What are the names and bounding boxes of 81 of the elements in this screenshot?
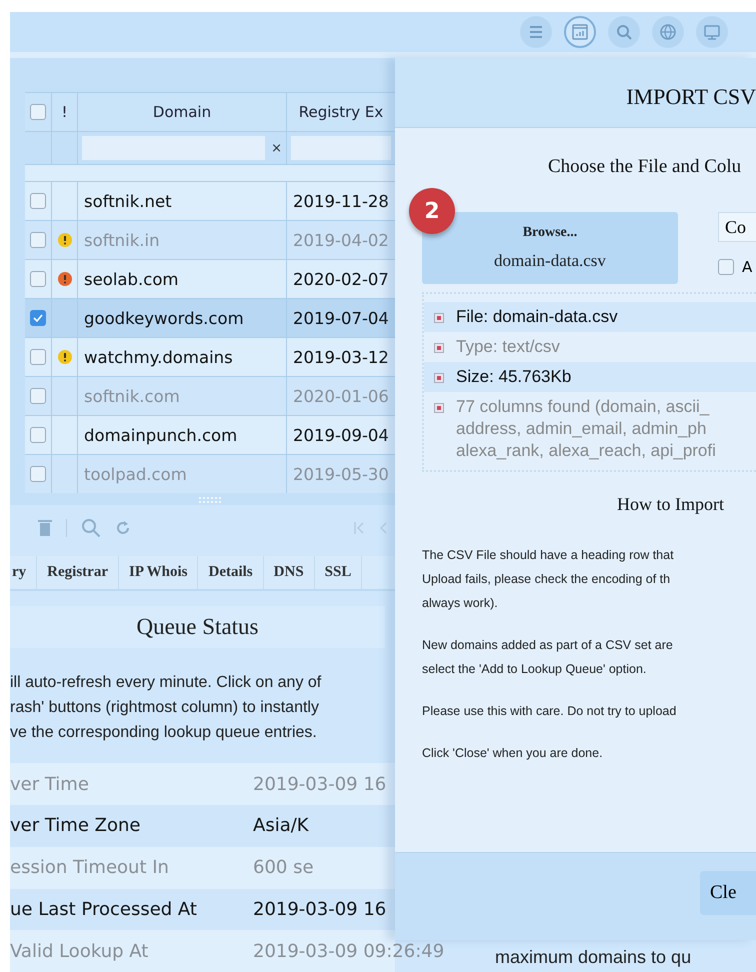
file-info-text: 77 columns found (domain, ascii_ address, admin_email, admin_ph alexa_rank, alexa_reach, api_profi	[456, 396, 716, 462]
checkbox[interactable]	[30, 466, 46, 482]
table-row[interactable]: domainpunch.com 2019-09-04	[25, 415, 395, 454]
clear-button[interactable]: ×	[271, 140, 282, 156]
step-badge: 2	[409, 188, 455, 234]
file-info-text: File: domain-data.csv	[456, 306, 618, 328]
help-title: How to Import	[617, 494, 725, 515]
checkbox[interactable]	[30, 193, 46, 209]
resize-grip-icon[interactable]	[198, 497, 222, 503]
option-label: A	[742, 258, 752, 276]
monitor-button[interactable]	[696, 16, 728, 48]
dialog-title: IMPORT CSV	[626, 84, 756, 110]
tab[interactable]: Details	[198, 556, 264, 589]
search-button[interactable]	[608, 16, 640, 48]
table-cell-text: 2019-11-28	[292, 190, 390, 212]
help-text: Click 'Close' when you are done.	[422, 745, 604, 762]
column-header[interactable]: !	[52, 93, 78, 131]
help-text: New domains added as part of a CSV set are select the 'Add to Lookup Queue' option.	[422, 637, 674, 678]
table-row[interactable]: watchmy.domains 2019-03-12	[25, 337, 395, 376]
file-info-text: Size: 45.763Kb	[456, 366, 572, 388]
bullet-icon	[434, 313, 444, 323]
globe-button[interactable]	[652, 16, 684, 48]
table-cell-text: 2019-05-30	[292, 464, 390, 486]
column-header[interactable]: Registry Ex	[287, 93, 395, 131]
bullet-icon	[434, 403, 444, 413]
refresh-icon[interactable]	[115, 520, 131, 536]
field-value: 2019-03-09 09:26:49	[253, 940, 444, 962]
checkbox[interactable]	[30, 232, 46, 248]
menu-button[interactable]	[520, 16, 552, 48]
column-header[interactable]: Domain	[78, 93, 287, 131]
filter-field[interactable]	[82, 136, 266, 160]
background-text: maximum domains to qu	[495, 946, 692, 968]
table-cell-text: 2020-02-07	[292, 268, 390, 290]
checkbox[interactable]	[30, 427, 46, 443]
field-label: Valid Lookup At	[10, 940, 150, 962]
checkbox[interactable]	[718, 259, 734, 275]
previous-page-icon[interactable]	[379, 521, 387, 536]
checkbox[interactable]	[30, 310, 46, 326]
table-cell-text: 2019-04-02	[292, 230, 390, 252]
tab[interactable]: Registrar	[37, 556, 119, 589]
tab[interactable]: DNS	[264, 556, 315, 589]
table-cell-text: 2019-03-12	[292, 346, 390, 368]
description-text: ill auto-refresh every minute. Click on any of rash' buttons (rightmost column) to instantly ve the corresponding lookup queue entries.	[10, 673, 322, 744]
checkbox[interactable]	[30, 104, 46, 120]
table-cell: toolpad.com	[78, 455, 287, 493]
section-title: Queue Status	[10, 606, 385, 648]
bullet-icon	[434, 373, 444, 383]
field-value: 2019-03-09 16	[253, 774, 386, 795]
field-value: 600 se	[253, 857, 314, 878]
tab[interactable]: ry	[10, 556, 38, 589]
checkbox[interactable]	[30, 271, 46, 287]
field-value: Asia/K	[253, 815, 309, 836]
table-row[interactable]: seolab.com 2020-02-07	[25, 259, 395, 298]
clear-button[interactable]: Cle	[700, 871, 756, 915]
trash-icon[interactable]	[38, 519, 52, 538]
checkbox[interactable]	[30, 388, 46, 404]
filter-field[interactable]	[291, 136, 391, 160]
column-button[interactable]: Co	[718, 212, 756, 242]
help-text: The CSV File should have a heading row that Upload fails, please check the encoding of th always work).	[422, 547, 675, 612]
bullet-icon	[434, 343, 444, 353]
help-text: Please use this with care. Do not try to upload	[422, 703, 678, 720]
field-label: ver Time	[10, 774, 90, 795]
file-name: domain-data.csv	[494, 251, 606, 271]
checkmark-icon	[33, 314, 43, 322]
field-value: 2019-03-09 16	[253, 898, 386, 920]
field-label: ver Time Zone	[10, 815, 142, 836]
file-info-text: Type: text/csv	[456, 336, 560, 358]
table-cell-text: 2019-09-04	[292, 424, 390, 446]
table-row[interactable]: goodkeywords.com 2019-07-04	[25, 298, 395, 337]
first-page-icon[interactable]	[353, 521, 365, 536]
dialog-subtitle: Choose the File and Colu	[548, 156, 742, 178]
tab[interactable]: IP Whois	[118, 556, 198, 589]
tab[interactable]: SSL	[314, 556, 362, 589]
field-label: ession Timeout In	[10, 857, 170, 878]
search-icon[interactable]	[81, 518, 101, 538]
field-label: ue Last Processed At	[10, 898, 198, 920]
chart-window-button[interactable]	[564, 16, 596, 48]
table-cell-text: 2020-01-06	[292, 386, 390, 408]
table-cell-text: 2019-07-04	[292, 308, 390, 330]
table-row[interactable]: softnik.net 2019-11-28	[25, 181, 395, 220]
checkbox[interactable]	[30, 349, 46, 365]
